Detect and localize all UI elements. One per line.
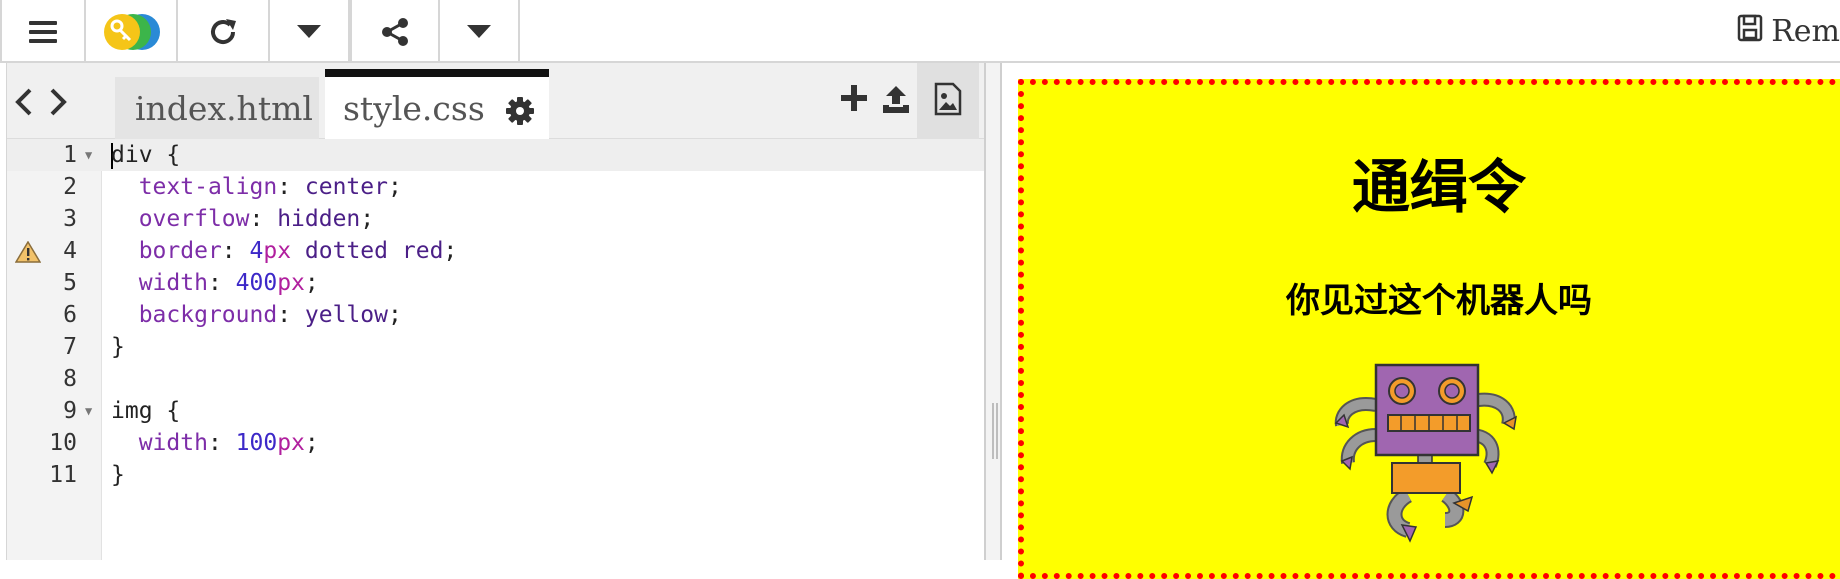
- menu-button[interactable]: [0, 0, 86, 63]
- wanted-poster: 通缉令 你见过这个机器人吗: [1018, 79, 1840, 579]
- remix-label: Rem: [1771, 14, 1840, 49]
- code-line[interactable]: 6 background: yellow;: [7, 299, 987, 331]
- code-text: overflow: hidden;: [138, 206, 375, 232]
- code-text: text-align: center;: [138, 174, 402, 200]
- line-number: 4: [63, 238, 77, 264]
- tab-style-css[interactable]: style.css: [325, 69, 549, 139]
- line-number: 6: [63, 302, 77, 328]
- run-options-button[interactable]: [270, 0, 350, 63]
- save-icon: [1737, 14, 1763, 50]
- chevron-down-icon: [297, 24, 321, 39]
- code-line[interactable]: 8: [7, 363, 987, 395]
- share-options-button[interactable]: [440, 0, 520, 63]
- code-text: width: 100px;: [138, 430, 319, 456]
- robot-image: [1330, 355, 1540, 569]
- line-number: 5: [63, 270, 77, 296]
- tab-label: style.css: [343, 88, 485, 128]
- code-text: background: yellow;: [138, 302, 402, 328]
- code-line[interactable]: 3 overflow: hidden;: [7, 203, 987, 235]
- line-number: 9: [63, 398, 77, 424]
- line-number: 10: [49, 430, 77, 456]
- code-editor-panel: index.html style.css 1 ▼ div {2 text-al…: [6, 63, 987, 560]
- image-icon: [934, 82, 962, 120]
- share-button[interactable]: [350, 0, 440, 63]
- code-line[interactable]: 2 text-align: center;: [7, 171, 987, 203]
- result-preview-panel: 通缉令 你见过这个机器人吗: [1002, 63, 1840, 579]
- code-text: }: [111, 334, 125, 360]
- code-area[interactable]: 1 ▼ div { 2 text-align: center; 3 overfl…: [7, 139, 987, 560]
- tab-label: index.html: [135, 88, 313, 128]
- pane-resize-handle[interactable]: [984, 63, 1002, 560]
- poster-subtitle: 你见过这个机器人吗: [1286, 281, 1592, 321]
- fold-arrow-icon[interactable]: ▼: [85, 139, 92, 171]
- upload-button[interactable]: [881, 85, 911, 119]
- code-line[interactable]: 4 border: 4px dotted red;: [7, 235, 987, 267]
- plus-icon: [841, 85, 867, 115]
- file-navigation: [13, 87, 69, 121]
- upload-icon: [881, 85, 911, 119]
- line-number: 3: [63, 206, 77, 232]
- chevron-right-icon[interactable]: [47, 87, 69, 121]
- code-line[interactable]: 7 }: [7, 331, 987, 363]
- code-line[interactable]: 5 width: 400px;: [7, 267, 987, 299]
- code-text: img {: [111, 398, 181, 424]
- top-toolbar: Rem: [0, 0, 1840, 63]
- code-text: div {: [111, 142, 181, 169]
- line-number: 7: [63, 334, 77, 360]
- code-text: width: 400px;: [138, 270, 319, 296]
- code-line[interactable]: 1 ▼ div {: [7, 139, 987, 171]
- line-number: 2: [63, 174, 77, 200]
- line-number: 8: [63, 366, 77, 392]
- code-line[interactable]: 11 }: [7, 459, 987, 491]
- editor-tab-bar: index.html style.css: [7, 63, 987, 139]
- fold-arrow-icon[interactable]: ▼: [85, 395, 92, 427]
- logo-button[interactable]: [86, 0, 178, 63]
- chevron-left-icon[interactable]: [13, 87, 35, 121]
- code-text: border: 4px dotted red;: [138, 238, 458, 264]
- poster-title: 通缉令: [1351, 153, 1526, 221]
- refresh-icon: [208, 17, 238, 47]
- tab-index-html[interactable]: index.html: [115, 77, 319, 139]
- add-file-button[interactable]: [841, 85, 867, 115]
- chevron-down-icon: [467, 24, 491, 39]
- trinket-key-logo-icon: [100, 12, 162, 52]
- remix-button[interactable]: Rem: [1737, 0, 1840, 63]
- code-line[interactable]: 10 width: 100px;: [7, 427, 987, 459]
- gear-icon[interactable]: [505, 95, 535, 134]
- hamburger-menu-icon: [29, 20, 57, 44]
- code-text: }: [111, 462, 125, 488]
- share-icon: [380, 17, 410, 47]
- line-number: 1: [63, 142, 77, 168]
- images-button[interactable]: [917, 63, 979, 139]
- line-number: 11: [49, 462, 77, 488]
- resize-grip-icon: [992, 403, 994, 459]
- refresh-button[interactable]: [178, 0, 270, 63]
- code-line[interactable]: 9 ▼ img {: [7, 395, 987, 427]
